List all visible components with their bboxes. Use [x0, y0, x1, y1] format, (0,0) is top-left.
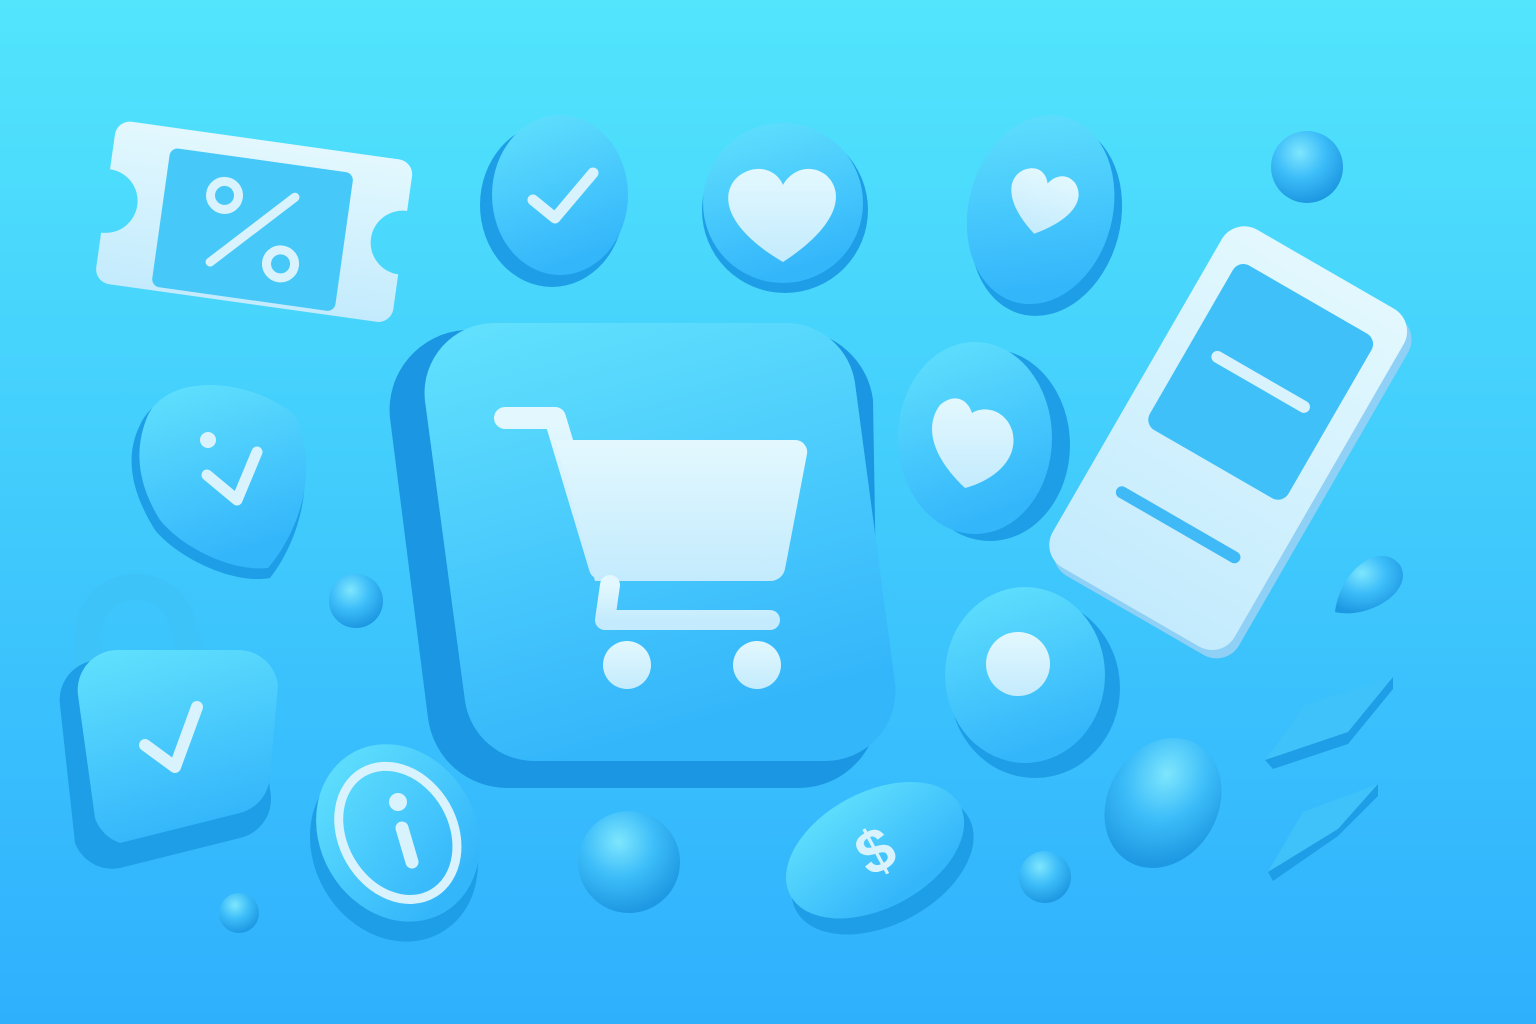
sphere-decoration — [329, 574, 383, 628]
shopping-cart-icon[interactable] — [389, 322, 896, 789]
sphere-decoration — [578, 811, 680, 913]
sphere-decoration — [219, 893, 259, 933]
shopping-illustration: $ — [0, 0, 1536, 1024]
sphere-decoration — [1019, 851, 1071, 903]
sphere-decoration — [1271, 131, 1343, 203]
info-dot — [389, 793, 407, 811]
